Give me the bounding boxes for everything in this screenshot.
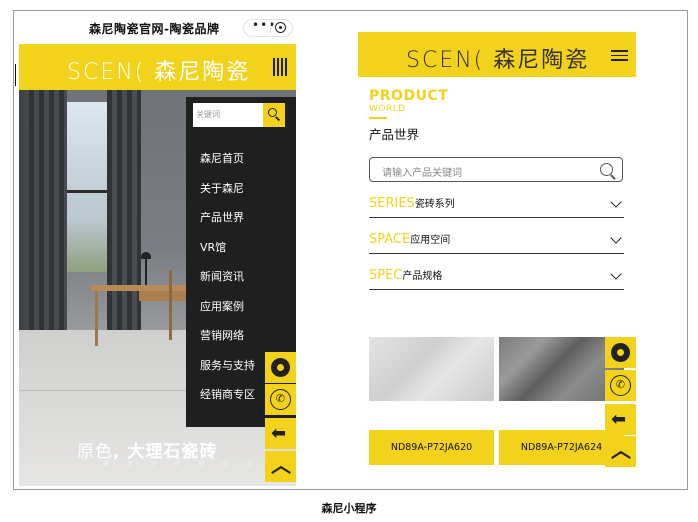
- brand-logo[interactable]: SCEN( 森尼陶瓷: [67, 54, 250, 86]
- menu-item-service[interactable]: 服务与支持: [200, 359, 255, 389]
- miniprogram-titlebar: 森尼陶瓷官网-陶瓷品牌 •••: [19, 14, 296, 42]
- filter-spec-cn: 产品规格: [402, 271, 443, 282]
- disc-icon: [611, 343, 630, 362]
- search-input[interactable]: 关键词: [196, 109, 220, 120]
- menu-item-vr[interactable]: VR馆: [200, 241, 255, 271]
- float-back-button[interactable]: ⬅: [265, 418, 296, 449]
- menu-item-about[interactable]: 关于森尼: [200, 182, 255, 212]
- left-phone-screen: 森尼陶瓷官网-陶瓷品牌 ••• SCEN( 森尼陶瓷 原色, 大理石瓷砖 做 原…: [19, 14, 296, 486]
- menu-item-network[interactable]: 营销网络: [200, 329, 255, 359]
- hamburger-menu-icon[interactable]: [611, 50, 628, 61]
- filter-space[interactable]: SPACE应用空间: [369, 231, 624, 254]
- up-arrow-icon: ︿: [611, 438, 631, 462]
- phone-icon: ✆: [610, 375, 631, 396]
- up-arrow-icon: ︿: [271, 453, 291, 477]
- menu-item-dealer[interactable]: 经销商专区: [200, 388, 255, 418]
- menu-item-products[interactable]: 产品世界: [200, 211, 255, 241]
- brand-logo-right[interactable]: SCEN( 森尼陶瓷: [406, 42, 589, 74]
- header-bar: SCEN( 森尼陶瓷: [19, 44, 296, 90]
- capsule-divider: [270, 23, 271, 33]
- menu-item-cases[interactable]: 应用案例: [200, 300, 255, 330]
- section-subtitle-en: WORLD: [369, 104, 406, 114]
- menu-list: 森尼首页 关于森尼 产品世界 VR馆 新闻资讯 应用案例 营销网络 服务与支持 …: [200, 152, 255, 418]
- text-cursor: [15, 64, 16, 86]
- float-phone-button[interactable]: ✆: [265, 384, 296, 415]
- figure-caption: 森尼小程序: [321, 502, 377, 515]
- section-title-cn: 产品世界: [369, 127, 420, 142]
- product-code-1[interactable]: ND89A-P72JA620: [369, 430, 494, 465]
- float-top-button[interactable]: ︿: [265, 451, 296, 482]
- capsule-menu[interactable]: •••: [243, 18, 293, 37]
- back-arrow-icon: ⬅: [271, 423, 287, 444]
- float-disc-button-right[interactable]: [605, 337, 636, 368]
- back-arrow-icon: ⬅: [611, 409, 627, 430]
- product-search-box[interactable]: 请输入产品关键词: [369, 157, 623, 182]
- filter-series-cn: 瓷砖系列: [414, 199, 455, 210]
- menu-item-home[interactable]: 森尼首页: [200, 152, 255, 182]
- section-title-en: PRODUCT: [369, 88, 449, 104]
- filter-series[interactable]: SERIES瓷砖系列: [369, 195, 624, 218]
- product-image-1[interactable]: [369, 337, 494, 401]
- phone-icon: ✆: [270, 389, 291, 410]
- float-disc-button[interactable]: [265, 352, 296, 383]
- menu-search-box[interactable]: 关键词: [193, 103, 285, 127]
- page-title: 森尼陶瓷官网-陶瓷品牌: [89, 22, 220, 36]
- menu-toggle-icon[interactable]: [273, 58, 287, 76]
- chevron-down-icon: [610, 232, 622, 244]
- filter-space-cn: 应用空间: [410, 235, 451, 246]
- filter-spec-en: SPEC: [369, 268, 403, 283]
- filter-series-en: SERIES: [369, 196, 415, 211]
- search-button[interactable]: [263, 103, 285, 127]
- filter-spec[interactable]: SPEC产品规格: [369, 267, 624, 290]
- more-dots-icon[interactable]: •••: [252, 18, 276, 32]
- right-phone-screen: SCEN( 森尼陶瓷 PRODUCT WORLD 产品世界 请输入产品关键词 S…: [358, 28, 636, 480]
- menu-item-news[interactable]: 新闻资讯: [200, 270, 255, 300]
- search-icon[interactable]: [600, 163, 613, 176]
- filter-space-en: SPACE: [369, 232, 411, 247]
- chevron-down-icon: [610, 196, 622, 208]
- float-phone-button-right[interactable]: ✆: [605, 370, 636, 401]
- disc-icon: [271, 358, 290, 377]
- float-top-button-right[interactable]: ︿: [605, 436, 636, 467]
- float-back-button-right[interactable]: ⬅: [605, 404, 636, 435]
- close-circle-icon[interactable]: [275, 22, 286, 33]
- header-bar-right: SCEN( 森尼陶瓷: [358, 32, 636, 77]
- title-underline: [369, 117, 387, 119]
- banner-slogan-sub: 做 原 时 代 的 色 彩: [103, 461, 261, 468]
- chevron-down-icon: [610, 268, 622, 280]
- search-icon: [268, 108, 277, 117]
- product-search-input[interactable]: 请输入产品关键词: [382, 164, 462, 179]
